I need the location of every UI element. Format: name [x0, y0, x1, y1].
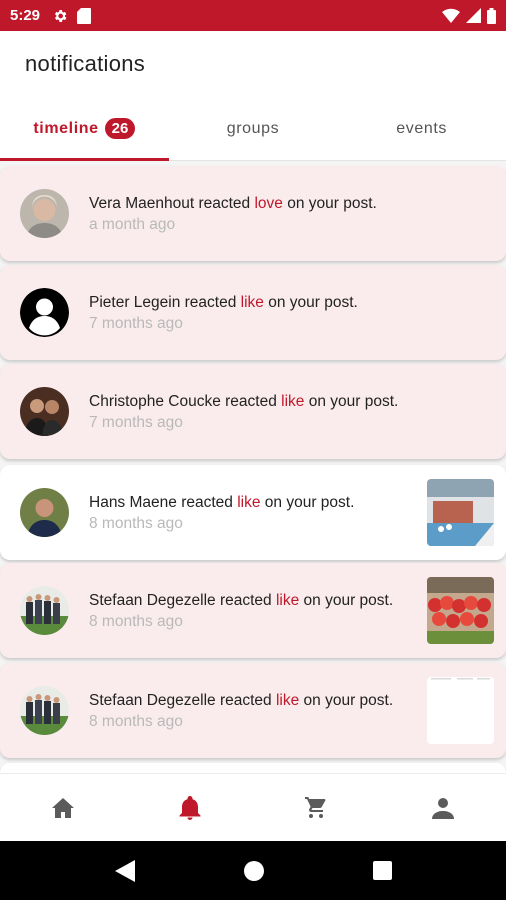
unread-count-badge: 26 [104, 118, 136, 139]
actor-name: Stefaan Degezelle [89, 692, 216, 709]
reaction-type: like [275, 692, 300, 709]
home-circle-icon[interactable] [243, 860, 264, 881]
timestamp: 8 months ago [89, 515, 183, 532]
notification-list[interactable]: Vera Maenhout reacted love on your post.… [0, 163, 506, 773]
notification-suffix: on your post. [299, 692, 394, 709]
notification-card[interactable]: Stefaan Degezelle reacted like on your p… [0, 563, 506, 658]
person-icon [431, 797, 454, 819]
notification-card[interactable]: Christophe Coucke reacted like on your p… [0, 364, 506, 459]
reaction-type: like [237, 494, 261, 511]
notification-verb: reacted [176, 494, 238, 511]
tab-events[interactable]: events [337, 97, 506, 160]
avatar [20, 189, 69, 238]
bell-icon [179, 795, 201, 820]
notification-suffix: on your post. [299, 592, 394, 609]
signal-icon [466, 8, 481, 23]
tab-label: events [396, 119, 448, 137]
notification-card[interactable]: Stefaan Degezelle reacted like on your p… [0, 663, 506, 758]
reaction-type: like [281, 393, 305, 410]
settings-icon [54, 9, 67, 22]
notification-text: Stefaan Degezelle reacted like on your p… [89, 590, 419, 631]
notification-card[interactable]: Vera Maenhout reacted love on your post.… [0, 166, 506, 261]
notification-suffix: on your post. [260, 494, 355, 511]
notification-suffix: on your post. [263, 294, 358, 311]
cart-icon [305, 797, 326, 818]
notification-verb: reacted [180, 294, 241, 311]
notification-card[interactable] [0, 763, 506, 773]
recents-icon[interactable] [372, 861, 392, 880]
avatar [20, 586, 69, 635]
nav-profile[interactable] [380, 774, 506, 841]
home-icon [52, 797, 75, 818]
wifi-icon [442, 8, 460, 23]
actor-name: Pieter Legein [89, 294, 181, 311]
notification-verb: reacted [194, 195, 255, 212]
timestamp: 7 months ago [89, 315, 183, 332]
actor-name: Hans Maene [89, 494, 177, 511]
notification-suffix: on your post. [304, 393, 399, 410]
tab-groups[interactable]: groups [169, 97, 338, 160]
tab-bar: timeline 26 groups events [0, 97, 506, 161]
post-thumbnail[interactable] [427, 677, 494, 744]
notification-text: Vera Maenhout reacted love on your post.… [89, 193, 419, 234]
avatar [20, 387, 69, 436]
timestamp: a month ago [89, 216, 176, 233]
post-thumbnail[interactable] [427, 577, 494, 644]
tab-label: groups [226, 119, 280, 137]
timestamp: 7 months ago [89, 414, 183, 431]
tab-label: timeline [33, 119, 99, 137]
actor-name: Christophe Coucke [89, 393, 221, 410]
bottom-navigation [0, 773, 506, 841]
tab-timeline[interactable]: timeline 26 [0, 97, 169, 161]
timestamp: 8 months ago [89, 613, 183, 630]
notification-verb: reacted [215, 692, 276, 709]
nav-notifications[interactable] [127, 774, 254, 841]
battery-icon [487, 7, 496, 24]
post-thumbnail[interactable] [427, 479, 494, 546]
actor-name: Vera Maenhout [89, 195, 195, 212]
back-icon[interactable] [114, 859, 135, 882]
notification-card[interactable]: Pieter Legein reacted like on your post.… [0, 265, 506, 360]
notification-text: Hans Maene reacted like on your post. 8 … [89, 492, 419, 533]
reaction-type: like [240, 294, 264, 311]
avatar [20, 686, 69, 735]
sd-card-icon [77, 7, 92, 24]
notification-card[interactable]: Hans Maene reacted like on your post. 8 … [0, 465, 506, 560]
notification-verb: reacted [220, 393, 282, 410]
app-header: notifications timeline 26 groups events [0, 31, 506, 161]
default-avatar-icon [20, 288, 69, 337]
notification-suffix: on your post. [282, 195, 377, 212]
page-title: notifications [25, 51, 146, 76]
actor-name: Stefaan Degezelle [89, 592, 216, 609]
reaction-type: love [254, 195, 283, 212]
system-navigation-bar [0, 841, 506, 900]
avatar [20, 488, 69, 537]
nav-cart[interactable] [253, 774, 380, 841]
notification-text: Christophe Coucke reacted like on your p… [89, 391, 419, 432]
timestamp: 8 months ago [89, 713, 183, 730]
status-bar: 5:29 [0, 0, 506, 31]
notification-verb: reacted [215, 592, 276, 609]
status-time: 5:29 [10, 7, 41, 24]
nav-home[interactable] [0, 774, 127, 841]
notification-text: Pieter Legein reacted like on your post.… [89, 292, 419, 333]
reaction-type: like [275, 592, 300, 609]
notification-text: Stefaan Degezelle reacted like on your p… [89, 690, 419, 731]
